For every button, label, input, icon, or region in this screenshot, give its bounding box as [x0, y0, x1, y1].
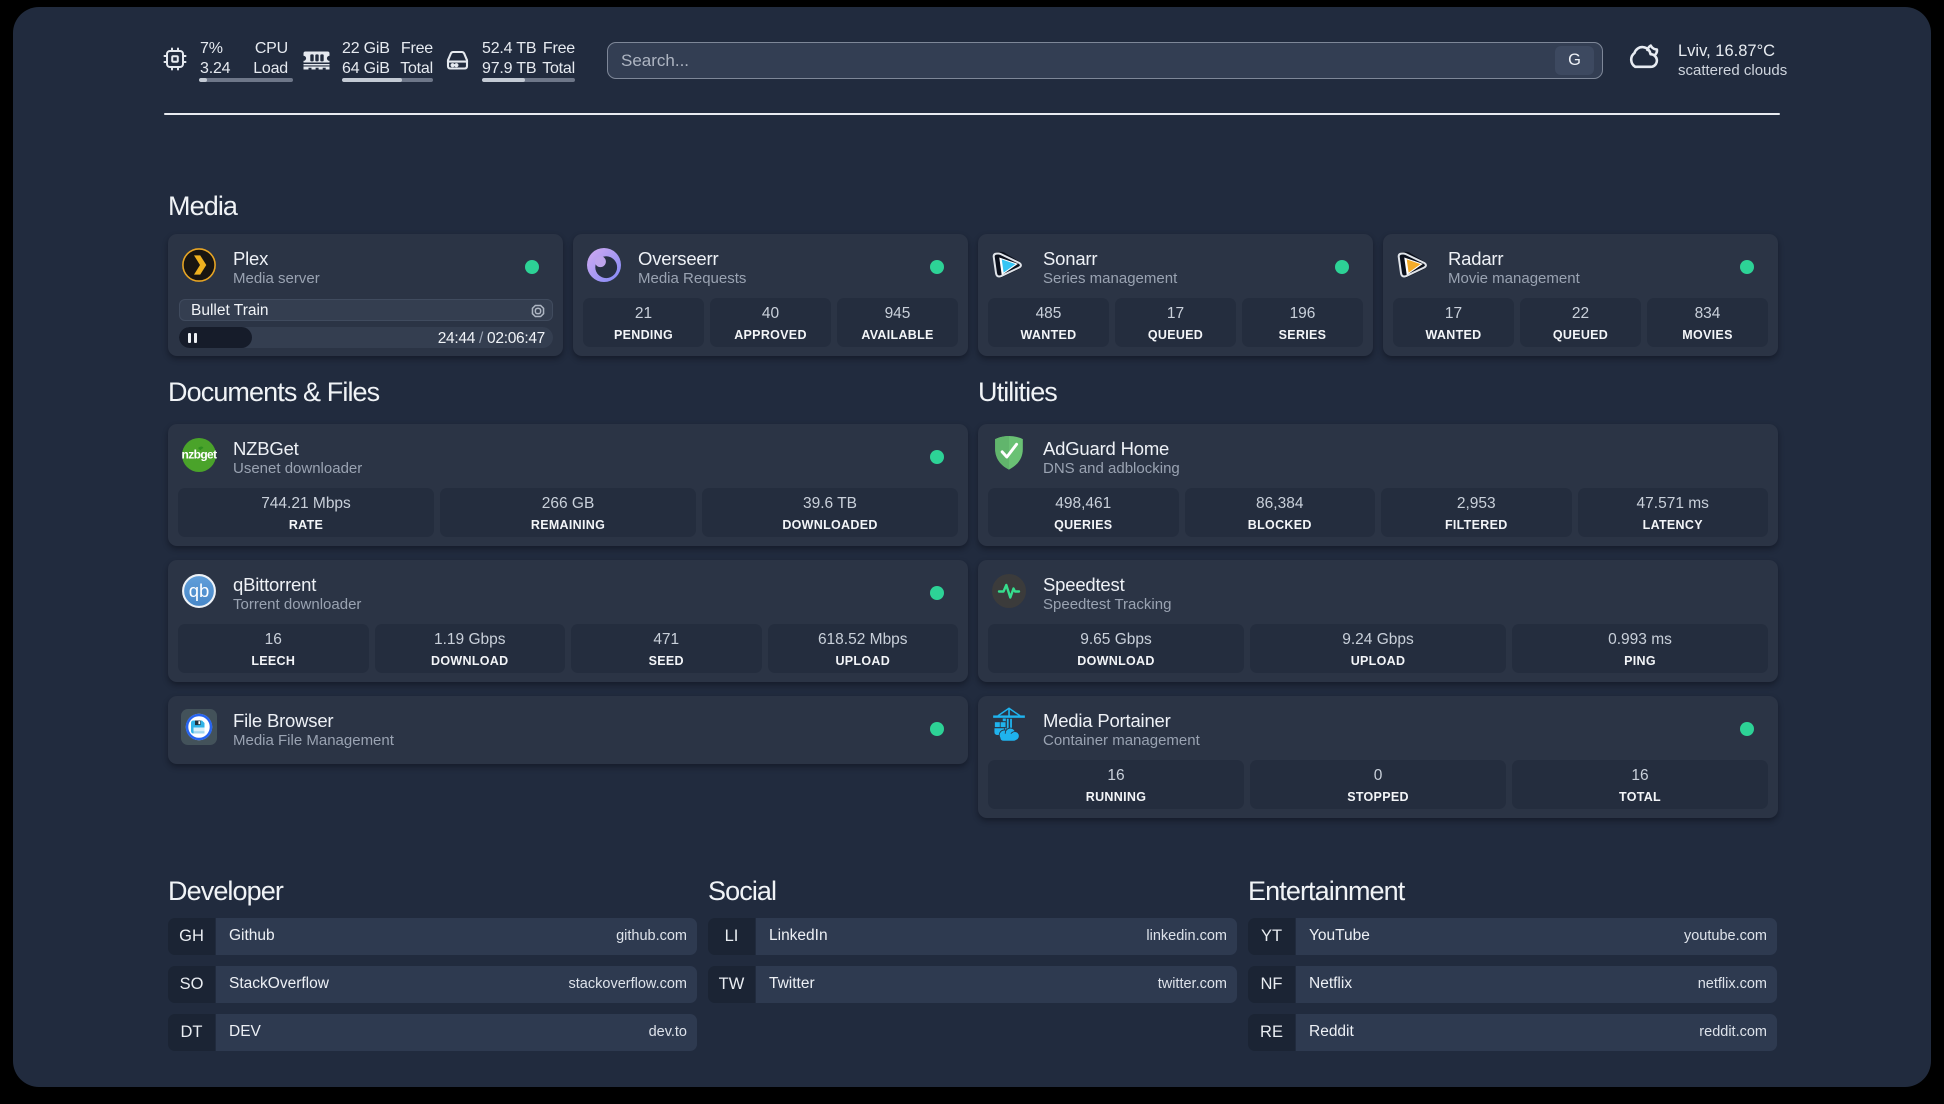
- svg-text:qb: qb: [189, 580, 210, 601]
- svg-text:nzbget: nzbget: [181, 448, 217, 462]
